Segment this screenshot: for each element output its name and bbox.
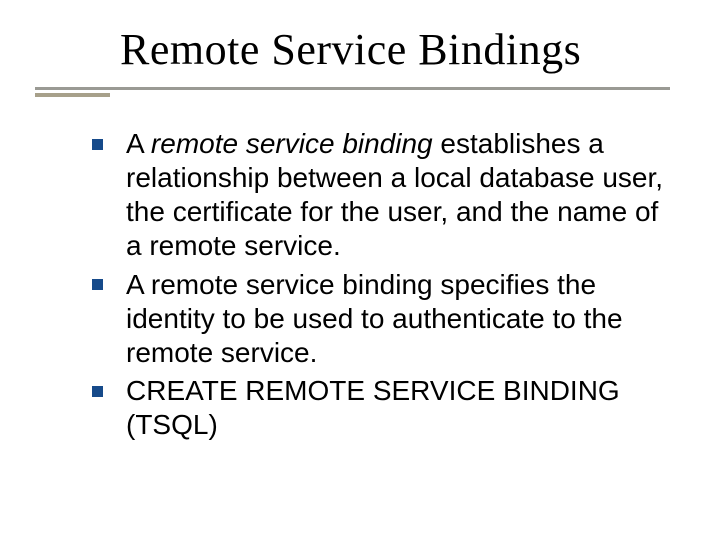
list-item: A remote service binding establishes a r…: [90, 127, 670, 264]
title-area: Remote Service Bindings: [0, 0, 720, 99]
list-item: A remote service binding specifies the i…: [90, 268, 670, 370]
bullet-text-italic: remote service binding: [151, 128, 433, 159]
slide-title: Remote Service Bindings: [120, 24, 680, 75]
bullet-text: CREATE REMOTE SERVICE BINDING (TSQL): [126, 375, 620, 440]
slide: Remote Service Bindings A remote service…: [0, 0, 720, 540]
bullet-text-prefix: A: [126, 128, 151, 159]
title-underline: [0, 81, 720, 99]
list-item: CREATE REMOTE SERVICE BINDING (TSQL): [90, 374, 670, 442]
slide-body: A remote service binding establishes a r…: [0, 99, 720, 442]
rule-short: [35, 93, 110, 97]
bullet-list: A remote service binding establishes a r…: [90, 127, 670, 442]
rule-long: [35, 87, 670, 90]
bullet-text: A remote service binding specifies the i…: [126, 269, 623, 368]
